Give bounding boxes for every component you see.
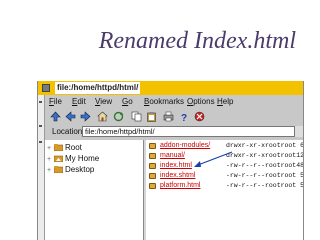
expand-icon[interactable]: + (47, 144, 54, 154)
strip-mark (39, 141, 42, 143)
stop-icon[interactable] (194, 111, 205, 122)
copy-icon[interactable] (131, 111, 142, 122)
folder-icon (54, 144, 63, 152)
svg-text:?: ? (181, 113, 187, 122)
file-list: addon-modules/ drwxr-xr-xrootroot 67 19:… (146, 140, 303, 240)
tree-item-desktop[interactable]: + Desktop (47, 165, 94, 175)
up-arrow-icon[interactable] (50, 111, 61, 122)
window-menu-icon[interactable] (42, 84, 50, 92)
toolbar: ? (45, 109, 303, 124)
window-edge-strip (38, 95, 45, 240)
window-title: file:/home/httpd/html/ (55, 82, 141, 94)
location-dropdown-button[interactable] (294, 126, 303, 137)
home-icon[interactable] (97, 111, 108, 122)
menu-options[interactable]: Options (187, 97, 215, 106)
tree-item-label: My Home (65, 154, 100, 163)
menu-view[interactable]: View (95, 97, 112, 106)
home-folder-icon (54, 156, 63, 163)
paste-icon[interactable] (146, 111, 157, 122)
folder-icon (54, 166, 63, 174)
window-titlebar[interactable]: file:/home/httpd/html/ (38, 81, 303, 95)
expand-icon[interactable]: + (47, 155, 54, 165)
slide-title: Renamed Index.html (98, 28, 296, 54)
menu-edit[interactable]: Edit (72, 97, 86, 106)
location-label: Location: (52, 127, 85, 136)
menu-bar: File Edit View Go Bookmarks Options Help (45, 95, 303, 108)
file-manager-window: file:/home/httpd/html/ File Edit View Go… (37, 81, 304, 240)
strip-mark (39, 101, 42, 103)
forward-arrow-icon[interactable] (80, 111, 91, 122)
strip-mark (39, 125, 42, 127)
tree-item-my-home[interactable]: + My Home (47, 154, 99, 164)
directory-tree: + Root + My Home + Desktop (45, 140, 143, 240)
menu-file[interactable]: File (49, 97, 62, 106)
tree-item-label: Root (65, 143, 82, 152)
back-arrow-icon[interactable] (65, 111, 76, 122)
tree-item-root[interactable]: + Root (47, 143, 82, 153)
annotation-arrow-icon (194, 151, 233, 167)
reload-icon[interactable] (113, 111, 124, 122)
print-icon[interactable] (163, 111, 174, 122)
menu-bookmarks[interactable]: Bookmarks (144, 97, 184, 106)
menu-go[interactable]: Go (122, 97, 133, 106)
help-icon[interactable]: ? (178, 111, 189, 122)
expand-icon[interactable]: + (47, 166, 54, 176)
location-bar: Location: file:/home/httpd/html/ (45, 126, 303, 138)
tree-item-label: Desktop (65, 165, 95, 174)
menu-help[interactable]: Help (217, 97, 233, 106)
location-input[interactable]: file:/home/httpd/html/ (82, 126, 298, 137)
